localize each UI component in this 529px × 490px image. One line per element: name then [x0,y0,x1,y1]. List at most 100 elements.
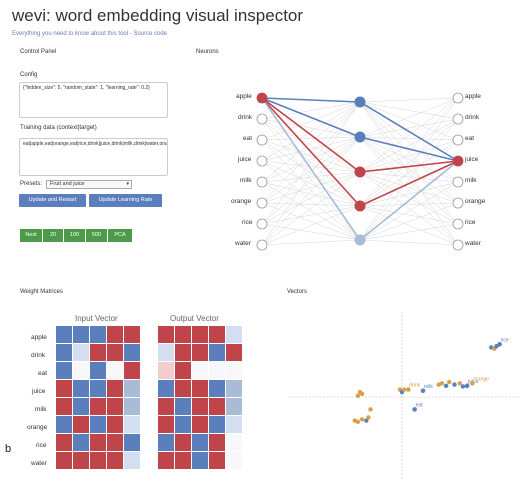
input-weight-cell [90,344,106,361]
vector-point [355,393,361,398]
matrix-row-orange: orange [27,424,48,431]
edge-hidden-output [359,97,459,173]
output-weight-cell [192,434,208,451]
input-weight-cell [107,416,123,433]
output-weight-cell [158,434,174,451]
vector-point [355,419,361,424]
input-weight-cell [90,398,106,415]
hidden-neuron [354,166,366,178]
output-weight-cell [192,416,208,433]
output-weight-cell [192,380,208,397]
output-word-milk[interactable]: milk [465,177,477,184]
input-weight-cell [107,380,123,397]
input-weight-cell [107,326,123,343]
hidden-neuron [354,96,366,108]
output-neuron-eat [452,134,464,146]
output-weight-cell [175,398,191,415]
output-weight-cell [158,452,174,469]
input-weight-cell [90,326,106,343]
output-word-apple[interactable]: apple [465,93,481,100]
input-weight-cell [107,362,123,379]
input-weight-cell [56,434,72,451]
input-weight-cell [107,398,123,415]
input-weight-cell [107,434,123,451]
input-weight-cell [124,362,140,379]
input-word-rice[interactable]: rice [242,219,252,226]
vector-label-drink: drink [409,383,420,389]
vector-label-rice: rice [501,337,509,343]
active-edge-input-hidden [261,97,361,173]
input-weight-cell [73,434,89,451]
output-neuron-juice [452,155,464,167]
vector-point [460,384,466,389]
edge-input-hidden [261,136,361,246]
output-weight-cell [192,326,208,343]
output-weight-cell [226,326,242,343]
output-word-water[interactable]: water [465,240,481,247]
output-word-drink[interactable]: drink [465,114,479,121]
output-weight-cell [175,416,191,433]
edge-hidden-output [359,97,459,103]
output-vector-title: Output Vector [170,314,219,323]
vector-point [452,382,457,387]
input-weight-cell [107,344,123,361]
edge-input-hidden [261,136,361,183]
hidden-neuron [354,200,366,212]
matrix-row-eat: eat [38,370,48,377]
output-weight-cell [209,434,225,451]
output-weight-cell [175,452,191,469]
input-weight-cell [73,380,89,397]
input-weight-cell [90,452,106,469]
input-word-orange[interactable]: orange [231,198,251,205]
output-word-eat[interactable]: eat [465,135,474,142]
output-weight-cell [158,344,174,361]
output-weight-cell [192,452,208,469]
output-weight-cell [158,380,174,397]
edge-input-hidden [261,239,361,246]
weight-matrices-heading: Weight Matrices [20,289,63,295]
network-nodes [256,92,464,251]
vector-label-orange: orange [473,376,489,382]
input-weight-cell [73,416,89,433]
output-weight-cell [192,398,208,415]
input-weight-cell [124,398,140,415]
output-neuron-apple [452,92,464,104]
output-weight-cell [175,344,191,361]
input-word-juice[interactable]: juice [238,156,251,163]
output-neuron-water [452,239,464,251]
output-word-rice[interactable]: rice [465,219,475,226]
input-weight-cell [73,362,89,379]
input-weight-cell [124,434,140,451]
input-word-water[interactable]: water [235,240,251,247]
edge-input-hidden [261,136,361,162]
output-weight-cell [209,380,225,397]
output-weight-cell [209,326,225,343]
output-weight-cell [226,416,242,433]
output-weight-cell [192,344,208,361]
input-weight-cell [56,416,72,433]
matrix-row-juice: juice [32,388,46,395]
output-weight-cell [226,344,242,361]
output-weight-cell [158,398,174,415]
output-word-juice[interactable]: juice [465,156,478,163]
input-weight-cell [73,452,89,469]
output-word-orange[interactable]: orange [465,198,485,205]
input-neuron-water [256,239,268,251]
vector-label-eat: eat [416,402,424,408]
matrix-row-milk: milk [35,406,47,413]
vector-point [368,407,373,412]
output-weight-cell [175,434,191,451]
hidden-neuron [354,131,366,143]
vector-scatter-plot: ricemilkdrinkeatjuiceorange [288,312,520,480]
input-word-drink[interactable]: drink [238,114,252,121]
input-word-milk[interactable]: milk [240,177,252,184]
input-neuron-drink [256,113,268,125]
output-weight-cell [209,398,225,415]
input-neuron-rice [256,218,268,230]
input-weight-cell [90,416,106,433]
input-weight-cell [73,326,89,343]
vectors-heading: Vectors [287,289,308,295]
output-neuron-rice [452,218,464,230]
input-word-apple[interactable]: apple [236,93,252,100]
input-word-eat[interactable]: eat [243,135,252,142]
